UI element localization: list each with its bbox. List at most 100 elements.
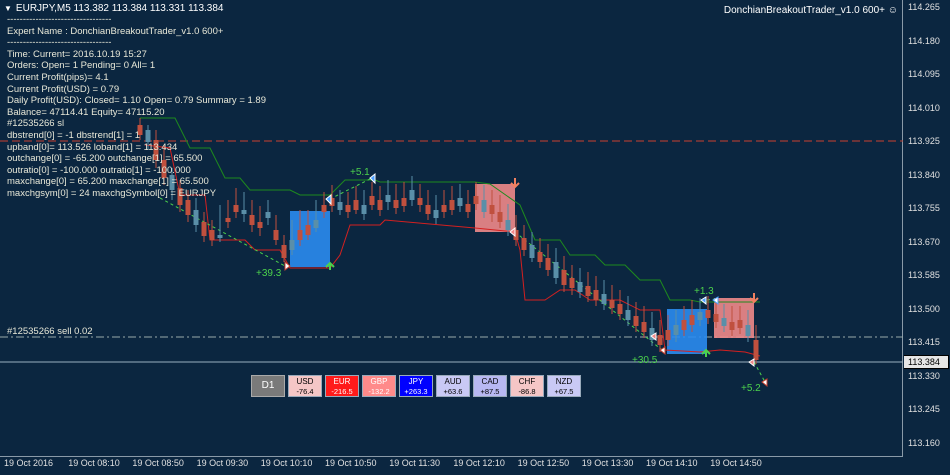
currency-cell-chf[interactable]: CHF -86.8 xyxy=(510,375,544,397)
candle-body xyxy=(617,304,623,314)
candle-body xyxy=(521,238,527,250)
candle-body xyxy=(233,205,239,212)
trade-profit-label: +30.5 xyxy=(632,355,658,366)
candle-body xyxy=(449,200,455,210)
candle-body xyxy=(241,210,247,214)
exit-marker-2 xyxy=(369,172,376,185)
price-tick-label: 113.585 xyxy=(908,270,940,280)
candle-body xyxy=(409,190,415,200)
dropdown-triangle-icon[interactable]: ▼ xyxy=(4,4,12,13)
candle-body xyxy=(721,318,727,326)
candle-body xyxy=(193,210,199,225)
currency-cell-nzd[interactable]: NZD +67.5 xyxy=(547,375,581,397)
time-tick-label: 19 Oct 08:50 xyxy=(132,458,184,468)
candle-body xyxy=(209,230,215,240)
candle-body xyxy=(417,198,423,205)
time-tick-label: 19 Oct 14:50 xyxy=(710,458,762,468)
time-axis[interactable]: 19 Oct 2016 19 Oct 08:10 19 Oct 08:50 19 Oc… xyxy=(0,457,950,475)
candle-body xyxy=(337,202,343,210)
candle-body xyxy=(353,200,359,210)
candle-body xyxy=(457,198,463,206)
order-label: #12535266 sell 0.02 xyxy=(7,326,93,337)
info-line: --------------------------------- xyxy=(7,14,112,25)
currency-name: NZD xyxy=(555,377,573,386)
info-line: Current Profit(pips)= 4.1 xyxy=(7,71,109,83)
current-price-label: 113.384 xyxy=(904,356,948,368)
candle-body xyxy=(601,294,607,304)
info-line: dbstrend[0] = -1 dbstrend[1] = 1 xyxy=(7,129,141,141)
price-tick-label: 113.330 xyxy=(908,370,940,381)
currency-cell-eur[interactable]: EUR -216.5 xyxy=(325,375,359,397)
candle-body xyxy=(497,212,503,222)
candle-body xyxy=(377,200,383,210)
info-line: #12535266 sl xyxy=(7,118,65,130)
candle-body xyxy=(561,270,567,285)
price-tick-label: 113.245 xyxy=(908,404,940,414)
trade-line-5 xyxy=(753,361,766,383)
candle-body xyxy=(345,205,351,212)
buy-box-1 xyxy=(290,211,330,267)
candle-body xyxy=(401,198,407,206)
candle-body xyxy=(321,205,327,212)
trade-profit-label: +1.3 xyxy=(694,286,714,297)
candle-body xyxy=(569,278,575,288)
price-axis[interactable]: 114.265 114.180 114.095 114.010 113.925 113.8… xyxy=(903,0,950,457)
candle-body xyxy=(545,258,551,270)
currency-cell-aud[interactable]: AUD +63.6 xyxy=(436,375,470,397)
candle-body xyxy=(673,325,679,335)
candle-body xyxy=(281,245,287,258)
candle-body xyxy=(585,286,591,296)
candle-body xyxy=(745,325,751,336)
currency-cell-cad[interactable]: CAD +87.5 xyxy=(473,375,507,397)
candle-body xyxy=(369,196,375,205)
entry-marker-4 xyxy=(700,296,707,306)
currency-value: -76.4 xyxy=(296,387,314,396)
candle-body xyxy=(385,195,391,202)
candle-body xyxy=(361,205,367,214)
candle-body xyxy=(249,215,255,225)
candle-body xyxy=(697,312,703,320)
exit-marker-3 xyxy=(659,346,666,356)
candle-body xyxy=(633,316,639,326)
currency-value: -86.8 xyxy=(518,387,536,396)
price-tick-label: 114.095 xyxy=(908,69,940,79)
candle-body xyxy=(537,252,543,262)
candle-body xyxy=(425,205,431,214)
candle-body xyxy=(265,212,271,218)
candle-body xyxy=(313,220,319,228)
expert-advisor-name[interactable]: DonchianBreakoutTrader_v1.0 600+ ☺ xyxy=(724,5,898,16)
info-line: Expert Name : DonchianBreakoutTrader_v1.… xyxy=(7,25,224,37)
trade-profit-label: +5.1 xyxy=(350,167,370,178)
symbol-quote: EURJPY,M5 113.382 113.384 113.331 113.38… xyxy=(15,3,224,14)
candle-body xyxy=(289,240,295,250)
time-tick-label: 19 Oct 08:10 xyxy=(68,458,120,468)
time-tick-label: 19 Oct 10:10 xyxy=(260,458,313,468)
info-panel: --------------------------------- Expert … xyxy=(7,14,266,200)
currency-cell-jpy[interactable]: JPY +263.3 xyxy=(399,375,433,397)
candle-body xyxy=(481,200,487,212)
trade-profit-label: +39.3 xyxy=(256,268,282,279)
price-tick-label: 114.010 xyxy=(908,102,940,113)
chart-title: ▼ EURJPY,M5 113.382 113.384 113.331 113.3… xyxy=(4,3,224,14)
currency-cell-usd[interactable]: USD -76.4 xyxy=(288,375,322,397)
trade-profit-label: +5.2 xyxy=(741,383,761,394)
time-tick-label: 19 Oct 09:30 xyxy=(196,458,249,468)
info-line: outratio[0] = -100.000 outratio[1] = -10… xyxy=(7,164,191,176)
currency-cell-gbp[interactable]: GBP -132.2 xyxy=(362,375,396,397)
entry-marker-5 xyxy=(748,358,755,368)
price-tick-label: 113.415 xyxy=(908,337,940,347)
candle-body xyxy=(257,222,263,228)
candle-body xyxy=(305,225,311,235)
candle-body xyxy=(737,320,743,328)
currency-name: EUR xyxy=(333,377,351,386)
currency-value: -132.2 xyxy=(368,387,390,396)
time-tick-label: 19 Oct 12:50 xyxy=(517,458,570,468)
candle-body xyxy=(185,200,191,215)
info-line: outchange[0] = -65.200 outchange[1] = 65… xyxy=(7,153,203,165)
timeframe-button[interactable]: D1 xyxy=(251,375,285,397)
candle-body xyxy=(465,204,471,212)
candle-body xyxy=(201,222,207,236)
info-line: --------------------------------- xyxy=(7,37,112,49)
candle-body xyxy=(625,310,631,320)
currency-strength-strip: D1 USD -76.4 EUR -216.5 GBP -132.2 JPY +263.3 AU… xyxy=(251,375,581,397)
